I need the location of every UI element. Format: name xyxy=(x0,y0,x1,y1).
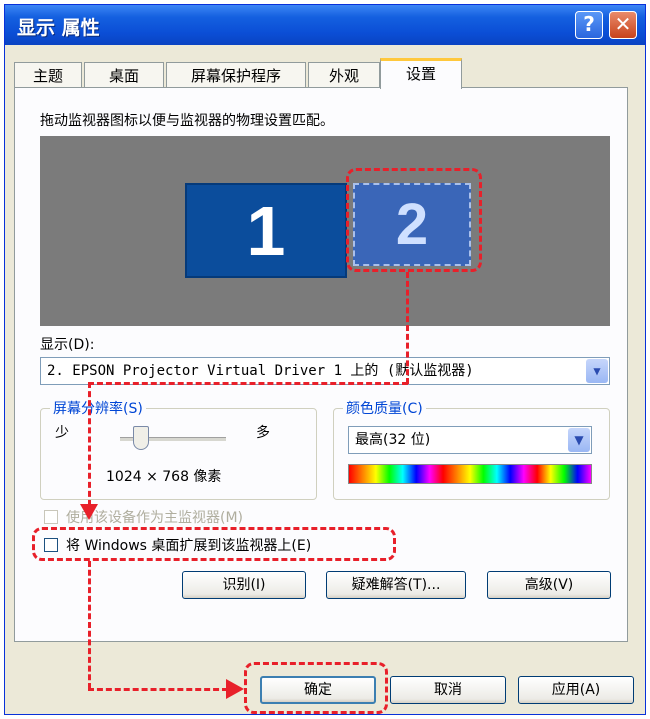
resolution-value: 1024 × 768 像素 xyxy=(106,469,222,485)
apply-button[interactable]: 应用(A) xyxy=(518,676,634,704)
cancel-button[interactable]: 取消 xyxy=(390,676,506,704)
annotation-line-left xyxy=(88,382,408,385)
monitor-1[interactable]: 1 xyxy=(185,183,347,278)
identify-button[interactable]: 识别(I) xyxy=(182,571,306,599)
tab-settings[interactable]: 设置 xyxy=(380,58,462,89)
highlight-ok-button xyxy=(244,662,388,714)
color-quality-group xyxy=(333,408,610,500)
color-spectrum-bar xyxy=(348,464,592,484)
arrow-right-icon xyxy=(226,679,244,699)
color-quality-select[interactable]: 最高(32 位) ▼ xyxy=(348,426,592,454)
resolution-slider-thumb[interactable] xyxy=(133,426,149,450)
chevron-down-icon[interactable]: ▼ xyxy=(586,359,608,383)
tab-appearance[interactable]: 外观 xyxy=(308,62,380,88)
troubleshoot-button[interactable]: 疑难解答(T)... xyxy=(326,571,466,599)
title-bar[interactable]: 显示 属性 ? ✕ xyxy=(5,5,645,45)
display-label: 显示(D): xyxy=(40,337,95,353)
color-quality-title: 颜色质量(C) xyxy=(343,398,426,418)
resolution-group xyxy=(40,408,317,500)
annotation-line-to-ok xyxy=(88,561,91,689)
tab-themes[interactable]: 主题 xyxy=(14,62,82,88)
primary-monitor-checkbox[interactable] xyxy=(44,510,58,524)
resolution-more-label: 多 xyxy=(256,425,270,441)
close-button[interactable]: ✕ xyxy=(609,11,637,39)
highlight-extend-checkbox xyxy=(32,527,396,561)
annotation-line-down xyxy=(406,272,409,384)
tab-desktop[interactable]: 桌面 xyxy=(84,62,164,88)
window-title: 显示 属性 xyxy=(17,17,100,39)
highlight-monitor-2 xyxy=(346,168,482,272)
instruction-text: 拖动监视器图标以便与监视器的物理设置匹配。 xyxy=(40,113,334,129)
display-select-value: 2. EPSON Projector Virtual Driver 1 上的 (… xyxy=(47,363,474,379)
resolution-less-label: 少 xyxy=(55,425,69,441)
chevron-down-icon[interactable]: ▼ xyxy=(568,428,590,452)
display-select[interactable]: 2. EPSON Projector Virtual Driver 1 上的 (… xyxy=(40,357,610,385)
annotation-line-to-checkbox xyxy=(88,382,91,506)
annotation-line-right xyxy=(88,688,228,691)
advanced-button[interactable]: 高级(V) xyxy=(487,571,611,599)
tab-screensaver[interactable]: 屏幕保护程序 xyxy=(166,62,306,88)
help-button[interactable]: ? xyxy=(575,11,603,39)
color-quality-value: 最高(32 位) xyxy=(355,432,431,448)
arrow-down-icon xyxy=(80,504,98,520)
monitor-arrangement-area: 1 2 xyxy=(40,136,610,326)
resolution-title: 屏幕分辨率(S) xyxy=(50,398,146,418)
